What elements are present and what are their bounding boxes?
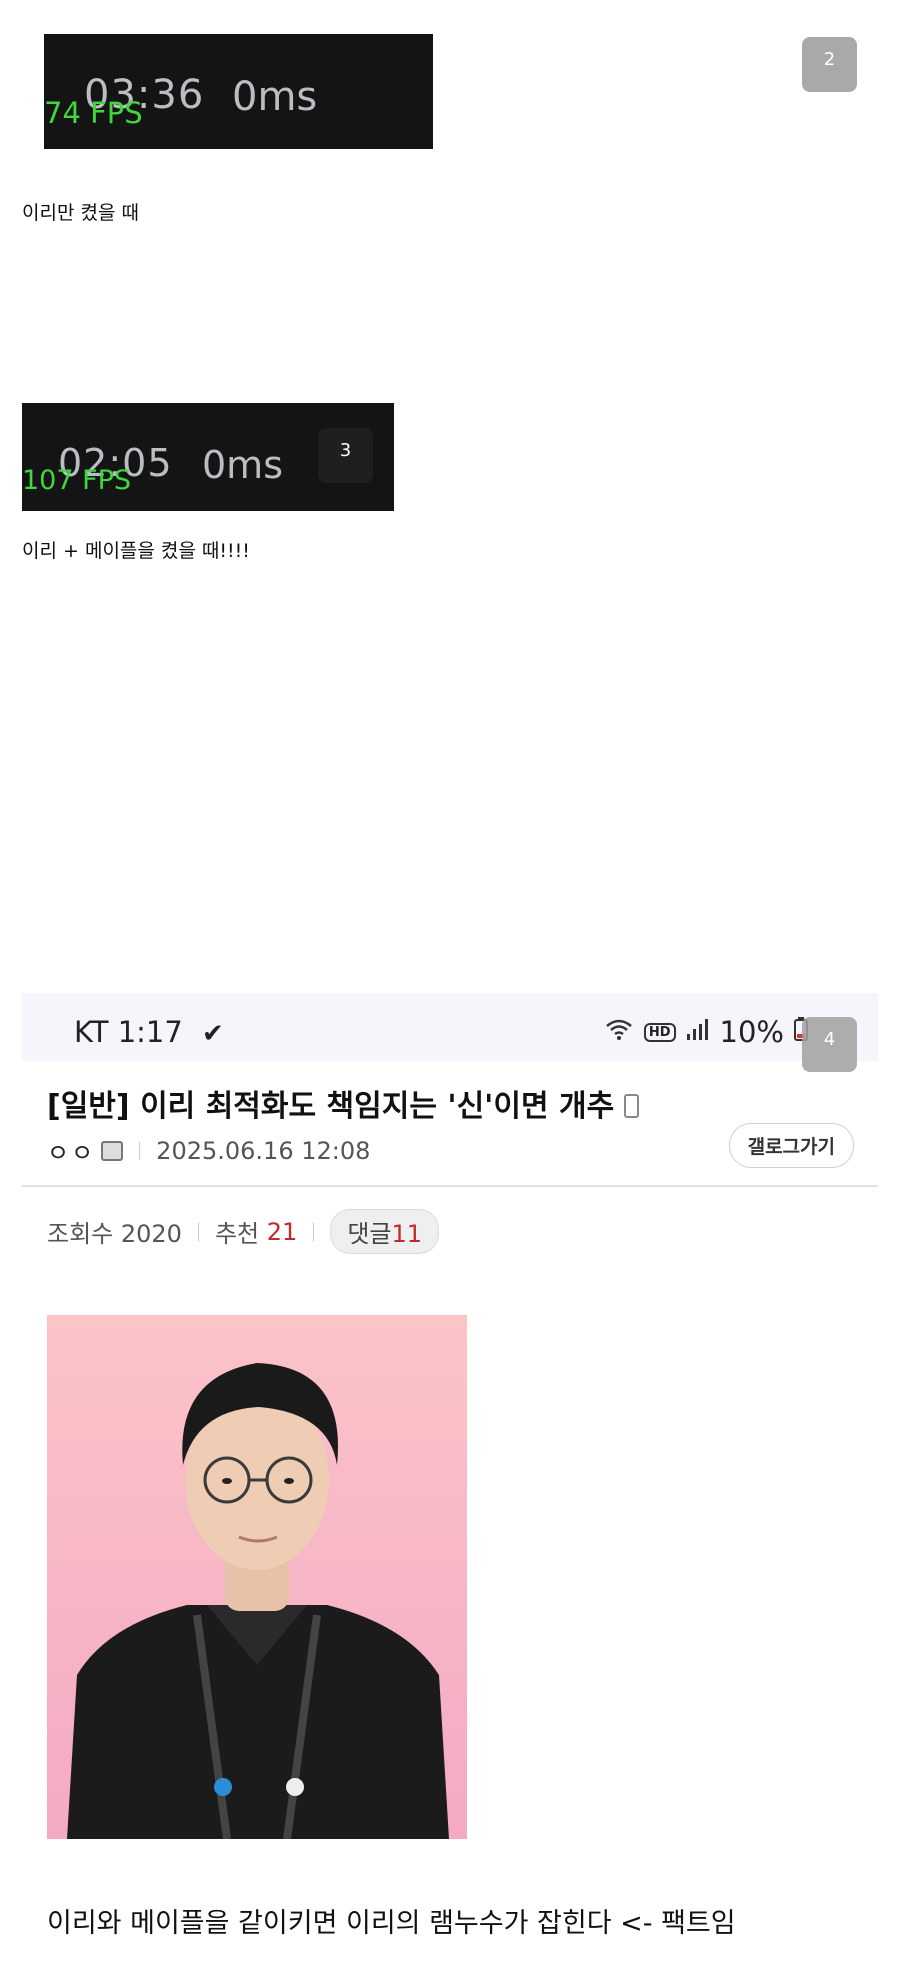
recommend-count: 21 [266, 1217, 298, 1246]
post-meta: ㅇㅇ 2025.06.16 12:08 [47, 1133, 370, 1168]
image-index-badge: 4 [802, 1017, 857, 1072]
caption-2: 이리 + 메이플을 켰을 때!!!! [22, 540, 250, 562]
post-body-text: 이리와 메이플을 같이키면 이리의 램누수가 잡힌다 <- 팩트임 [47, 1908, 736, 1939]
caption-1: 이리만 켰을 때 [22, 202, 139, 224]
divider [197, 1222, 199, 1241]
wifi-icon [604, 1017, 634, 1047]
hd-indicator: HD [643, 1022, 676, 1042]
fps-counter: 74 FPS [44, 96, 143, 130]
image-index-badge: 3 [318, 428, 373, 483]
post-title-text: [일반] 이리 최적화도 책임지는 '신'이면 개추 [47, 1089, 615, 1124]
status-left: KT 1:17 ✔ [74, 1015, 224, 1049]
ping-text: 0ms [232, 74, 318, 120]
divider [22, 1185, 878, 1187]
ping-text: 0ms [202, 443, 283, 487]
views-count: 조회수 2020 [47, 1220, 182, 1248]
comment-button[interactable]: 댓글11 [330, 1209, 440, 1254]
gallog-button[interactable]: 갤로그가기 [728, 1123, 854, 1168]
status-bar: KT 1:17 ✔ HD 10% [22, 993, 878, 1061]
check-icon: ✔ [202, 1019, 224, 1049]
recommend-label: 추천 [214, 1220, 260, 1248]
divider [313, 1222, 315, 1241]
image-index-badge: 2 [802, 37, 857, 92]
divider [139, 1141, 141, 1160]
post-title[interactable]: [일반] 이리 최적화도 책임지는 '신'이면 개추 [47, 1081, 640, 1125]
phone-screenshot: KT 1:17 ✔ HD 10% [일반] 이리 최적화도 책임지는 '신'이면… [22, 993, 878, 1962]
post-photo [47, 1315, 467, 1839]
comment-label: 댓글 [347, 1220, 392, 1248]
carrier-time: KT 1:17 [74, 1015, 183, 1049]
status-right: HD 10% [604, 1015, 808, 1049]
battery-percent: 10% [719, 1015, 784, 1049]
fps-counter: 107 FPS [22, 465, 132, 496]
author-name[interactable]: ㅇㅇ [47, 1133, 95, 1168]
post-date: 2025.06.16 12:08 [156, 1136, 371, 1165]
author-icon [101, 1140, 124, 1161]
comment-count: 11 [391, 1220, 423, 1248]
mobile-icon [624, 1094, 640, 1118]
post-stats: 조회수 2020 추천 21 댓글11 [47, 1209, 440, 1254]
signal-icon [686, 1018, 710, 1046]
fps-screenshot-1: 03:36 0ms 74 FPS [44, 34, 433, 149]
